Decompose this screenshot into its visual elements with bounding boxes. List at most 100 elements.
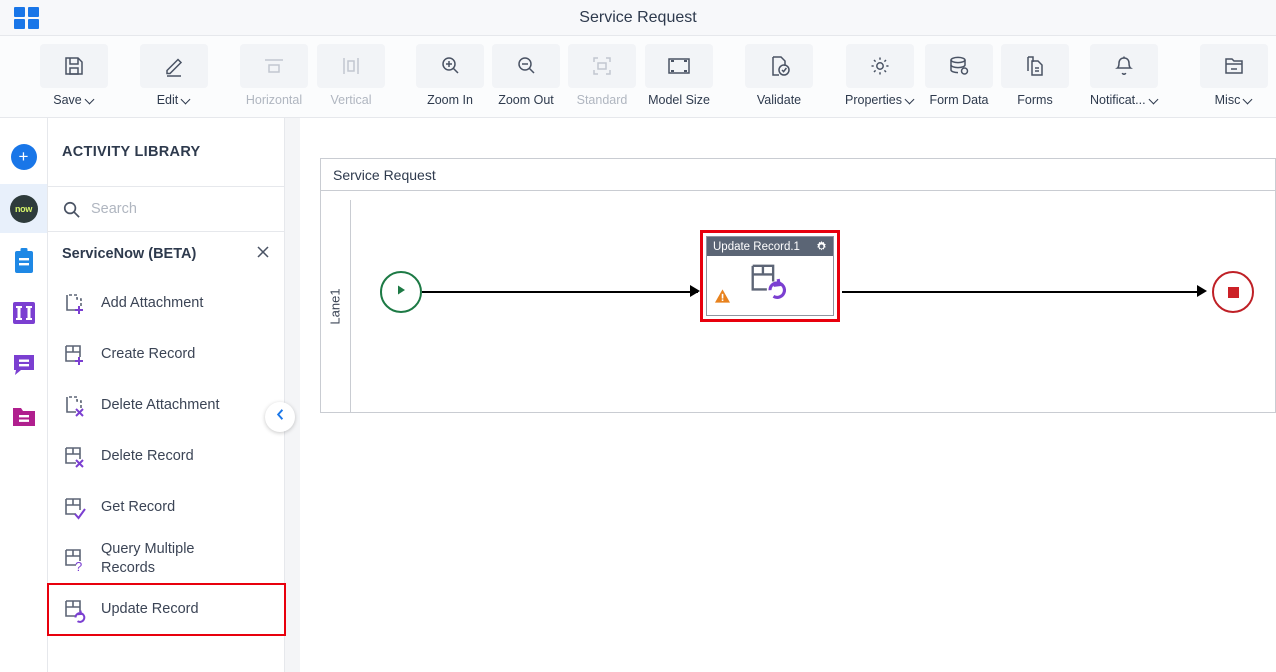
model-size-icon bbox=[645, 44, 713, 88]
toolbar-validate-label: Validate bbox=[756, 93, 802, 107]
toolbar-horizontal-button[interactable]: Horizontal bbox=[240, 44, 308, 112]
close-icon[interactable] bbox=[254, 243, 274, 263]
toolbar-label: Save bbox=[53, 93, 95, 107]
task-body bbox=[707, 256, 833, 315]
folder-icon bbox=[1200, 44, 1268, 88]
plus-circle-icon: + bbox=[10, 143, 37, 170]
toolbar-label: Standard bbox=[577, 93, 628, 107]
activity-list: Add Attachment Create Record Delete Atta… bbox=[47, 278, 286, 636]
collapse-panel-button[interactable] bbox=[265, 402, 295, 432]
toolbar-form-data-label: Form Data bbox=[929, 93, 989, 107]
activity-item-delete-record[interactable]: Delete Record bbox=[48, 431, 285, 482]
document-icon bbox=[1001, 44, 1069, 88]
activity-item-label: Delete Record bbox=[101, 448, 194, 465]
search-row[interactable] bbox=[48, 187, 285, 232]
toolbar-horizontal-label: Horizontal bbox=[245, 93, 303, 107]
toolbar-label: Misc bbox=[1215, 93, 1254, 107]
activity-item-label: Get Record bbox=[101, 499, 176, 516]
vertical-icon bbox=[317, 44, 385, 88]
search-input[interactable] bbox=[91, 201, 241, 217]
toolbar-properties-button[interactable]: Properties bbox=[845, 44, 915, 112]
toolbar-label: Vertical bbox=[331, 93, 372, 107]
toolbar-vertical-label: Vertical bbox=[330, 93, 372, 107]
toolbar-zoom-out-label: Zoom Out bbox=[498, 93, 554, 107]
toolbar-edit-button[interactable]: Edit bbox=[140, 44, 208, 112]
toolbar-zoom-in-button[interactable]: Zoom In bbox=[416, 44, 484, 112]
activity-item-label: Delete Attachment bbox=[101, 397, 220, 414]
rail-columns-button[interactable] bbox=[0, 288, 47, 337]
task-title: Update Record.1 bbox=[713, 240, 800, 253]
toolbar-save-label: Save bbox=[53, 93, 82, 107]
toolbar-standard-label: Standard bbox=[576, 93, 628, 107]
database-icon bbox=[925, 44, 993, 88]
toolbar-zoom-out-button[interactable]: Zoom Out bbox=[492, 44, 560, 112]
activity-item-label: Query Multiple Records bbox=[101, 540, 195, 576]
toolbar-model-size-button[interactable]: Model Size bbox=[645, 44, 713, 112]
toolbar-save-button[interactable]: Save bbox=[40, 44, 108, 112]
activity-item-get-record[interactable]: Get Record bbox=[48, 482, 285, 533]
start-event[interactable] bbox=[380, 271, 422, 313]
toolbar-misc-button[interactable]: Misc bbox=[1200, 44, 1268, 112]
record-check-icon bbox=[60, 495, 90, 521]
toolbar-label: Model Size bbox=[648, 93, 710, 107]
toolbar-validate-button[interactable]: Validate bbox=[745, 44, 813, 112]
toolbar-vertical-button[interactable]: Vertical bbox=[317, 44, 385, 112]
columns-icon bbox=[12, 301, 35, 324]
toolbar-label: Forms bbox=[1017, 93, 1052, 107]
activity-item-label: Add Attachment bbox=[101, 295, 204, 312]
stop-icon bbox=[1227, 286, 1239, 298]
standard-size-icon bbox=[568, 44, 636, 88]
zoom-in-icon bbox=[416, 44, 484, 88]
sequence-flow-1[interactable] bbox=[422, 291, 698, 293]
activity-group-label: ServiceNow (BETA) bbox=[62, 246, 197, 262]
toolbar-forms-button[interactable]: Forms bbox=[1001, 44, 1069, 112]
save-icon bbox=[40, 44, 108, 88]
toolbar-form-data-button[interactable]: Form Data bbox=[925, 44, 993, 112]
activity-item-query-multiple-records[interactable]: ? Query Multiple Records bbox=[48, 533, 285, 584]
clipboard-icon bbox=[14, 247, 33, 273]
task-titlebar: Update Record.1 bbox=[707, 237, 833, 256]
rail-comment-button[interactable] bbox=[0, 340, 47, 389]
arrow-head-icon bbox=[690, 285, 700, 297]
pencil-icon bbox=[140, 44, 208, 88]
rail-folder-button[interactable] bbox=[0, 392, 47, 441]
folder-lines-icon bbox=[12, 407, 35, 426]
panel-gap bbox=[285, 118, 300, 672]
toolbar-notifications-button[interactable]: Notificat... bbox=[1090, 44, 1159, 112]
diagram-canvas[interactable]: Service Request Lane1 Update Record.1 bbox=[300, 118, 1276, 672]
toolbar-label: Validate bbox=[757, 93, 801, 107]
rail-clipboard-button[interactable] bbox=[0, 236, 47, 285]
toolbar-zoom-in-label: Zoom In bbox=[427, 93, 473, 107]
lane-header[interactable]: Lane1 bbox=[321, 200, 351, 413]
record-add-icon bbox=[60, 342, 90, 368]
activity-item-update-record[interactable]: Update Record bbox=[47, 583, 286, 636]
rail-servicenow-button[interactable]: now bbox=[0, 184, 47, 233]
activity-item-delete-attachment[interactable]: Delete Attachment bbox=[48, 380, 285, 431]
task-inner: Update Record.1 bbox=[706, 236, 834, 316]
toolbar-forms-label: Forms bbox=[1017, 93, 1053, 107]
toolbar: Save Edit Horizontal Vertical Zoom In Zo… bbox=[0, 36, 1276, 118]
lane-label: Lane1 bbox=[328, 288, 343, 325]
toolbar-label: Form Data bbox=[929, 93, 988, 107]
task-update-record-1[interactable]: Update Record.1 bbox=[700, 230, 840, 322]
search-icon bbox=[62, 200, 81, 219]
activity-item-label: Update Record bbox=[101, 601, 199, 618]
rail-add-button[interactable]: + bbox=[0, 132, 47, 181]
comment-icon bbox=[13, 354, 34, 375]
page-title: Service Request bbox=[579, 9, 697, 26]
pool: Service Request Lane1 Update Record.1 bbox=[320, 158, 1276, 413]
gear-icon bbox=[845, 44, 914, 88]
end-event[interactable] bbox=[1212, 271, 1254, 313]
record-update-icon bbox=[60, 597, 90, 623]
chevron-down-icon bbox=[86, 96, 95, 105]
toolbar-standard-button[interactable]: Standard bbox=[568, 44, 636, 112]
activity-library-title: ACTIVITY LIBRARY bbox=[62, 144, 201, 160]
record-update-icon bbox=[746, 259, 794, 308]
activity-item-add-attachment[interactable]: Add Attachment bbox=[48, 278, 285, 329]
toolbar-label: Zoom Out bbox=[498, 93, 554, 107]
sequence-flow-2[interactable] bbox=[842, 291, 1202, 293]
activity-item-create-record[interactable]: Create Record bbox=[48, 329, 285, 380]
toolbar-model-size-label: Model Size bbox=[648, 93, 710, 107]
record-delete-icon bbox=[60, 444, 90, 470]
activity-group-row: ServiceNow (BETA) bbox=[48, 242, 285, 274]
